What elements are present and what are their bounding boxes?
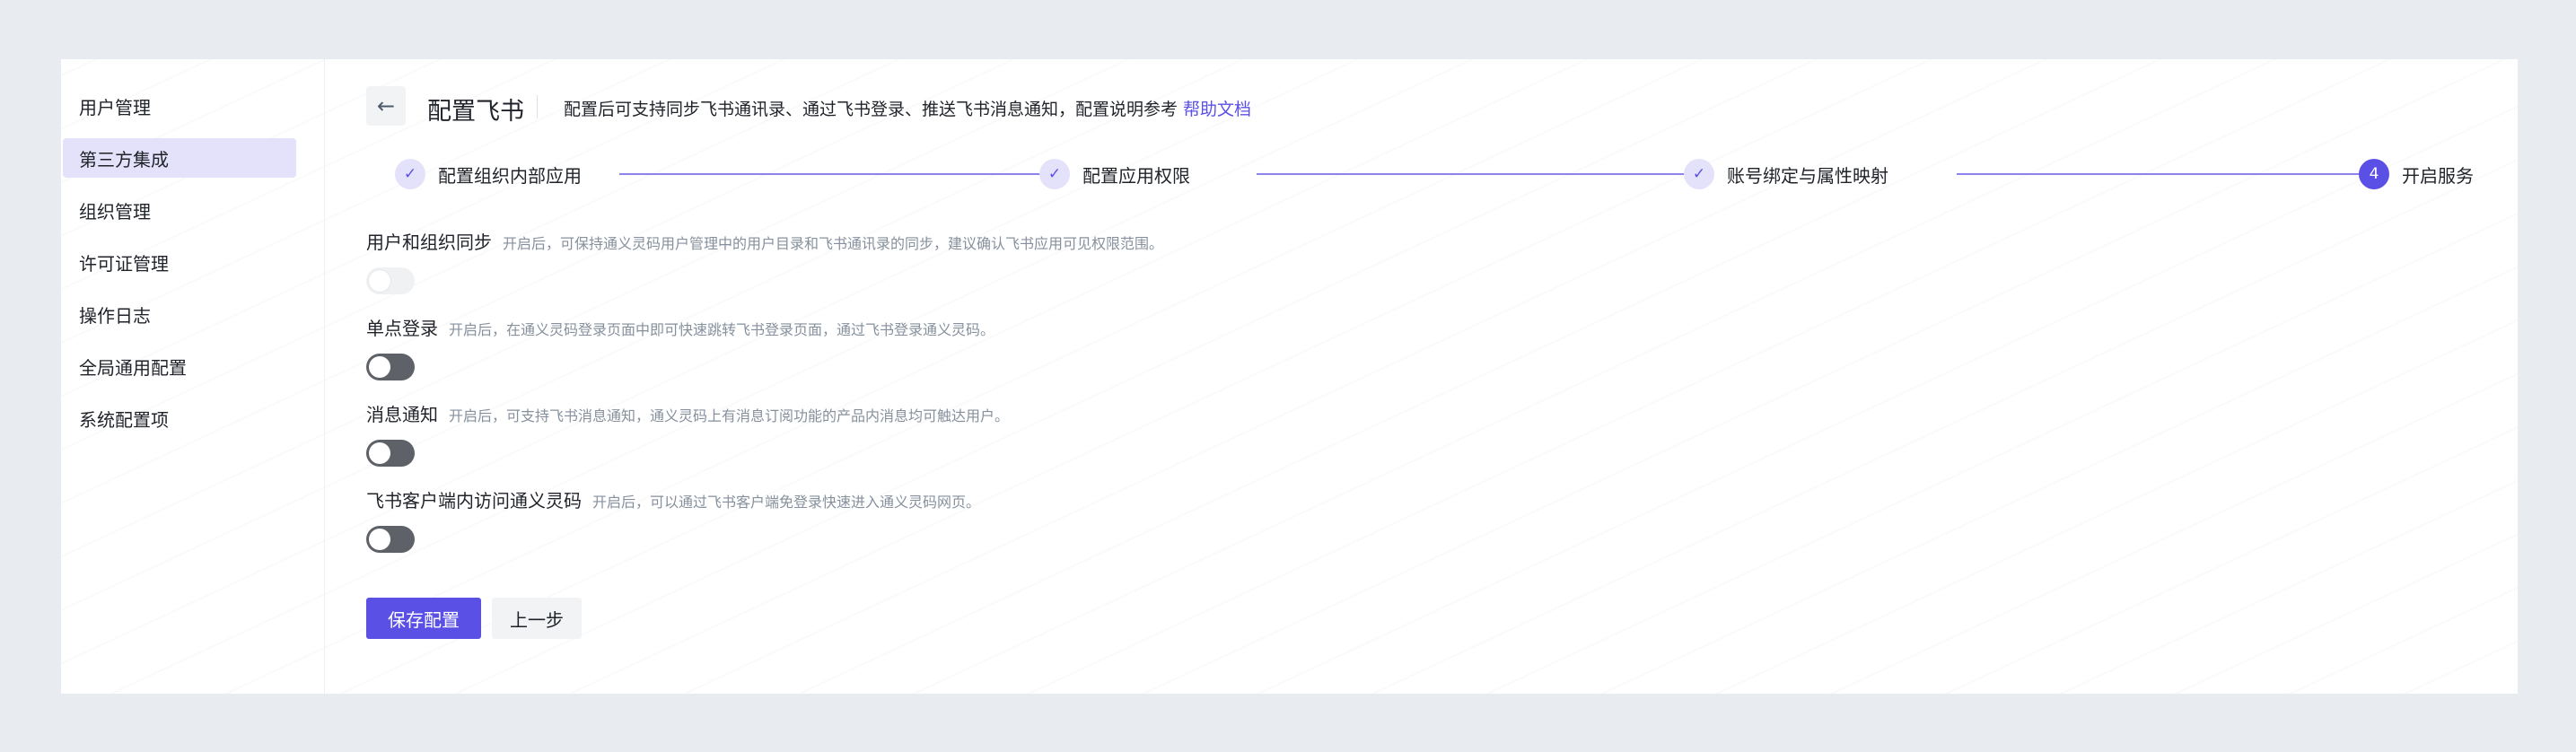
setting-user-org-sync: 用户和组织同步 开启后，可保持通义灵码用户管理中的用户目录和飞书通讯录的同步，建议…	[366, 228, 1163, 254]
page-title: 配置飞书	[427, 98, 524, 126]
sidebar-item-third-party-integration[interactable]: 第三方集成	[63, 138, 296, 178]
setting-hint: 开启后，在通义灵码登录页面中即可快速跳转飞书登录页面，通过飞书登录通义灵码。	[449, 321, 995, 338]
step-number: 4	[2359, 159, 2389, 189]
previous-step-button[interactable]: 上一步	[492, 598, 582, 639]
client-access-toggle[interactable]	[366, 526, 415, 553]
setting-title: 用户和组织同步	[366, 232, 492, 253]
content-card: 用户管理 第三方集成 组织管理 许可证管理 操作日志 全局通用配置 系统配置项 …	[61, 59, 2518, 694]
page-description: 配置后可支持同步飞书通讯录、通过飞书登录、推送飞书消息通知，配置说明参考 帮助文档	[564, 96, 1251, 120]
sso-toggle[interactable]	[366, 354, 415, 380]
setting-hint: 开启后，可以通过飞书客户端免登录快速进入通义灵码网页。	[592, 494, 981, 511]
step-connector-1	[619, 173, 1047, 175]
toggle-knob	[369, 442, 390, 464]
check-icon: ✓	[1684, 159, 1714, 189]
toggle-knob	[369, 270, 390, 292]
step-1: ✓ 配置组织内部应用	[395, 158, 582, 190]
main-panel: ← 配置飞书 配置后可支持同步飞书通讯录、通过飞书登录、推送飞书消息通知，配置说…	[366, 59, 2518, 694]
step-label: 账号绑定与属性映射	[1727, 164, 1888, 187]
setting-sso: 单点登录 开启后，在通义灵码登录页面中即可快速跳转飞书登录页面，通过飞书登录通义灵…	[366, 314, 994, 340]
setting-hint: 开启后，可支持飞书消息通知，通义灵码上有消息订阅功能的产品内消息均可触达用户。	[449, 407, 1010, 424]
sidebar-item-global-config[interactable]: 全局通用配置	[63, 346, 296, 386]
setting-title: 飞书客户端内访问通义灵码	[366, 490, 582, 512]
toggle-knob	[369, 529, 390, 550]
user-org-sync-toggle[interactable]	[366, 267, 415, 294]
step-label: 开启服务	[2402, 164, 2474, 187]
sidebar-item-system-config[interactable]: 系统配置项	[63, 398, 296, 438]
stepper: ✓ 配置组织内部应用 ✓ 配置应用权限 ✓ 账号绑定与属性映射 4 开启服务	[395, 158, 2518, 190]
setting-message-notification: 消息通知 开启后，可支持飞书消息通知，通义灵码上有消息订阅功能的产品内消息均可触达…	[366, 400, 1009, 426]
description-text: 配置后可支持同步飞书通讯录、通过飞书登录、推送飞书消息通知，配置说明参考	[564, 100, 1178, 119]
setting-title: 单点登录	[366, 318, 438, 339]
check-icon: ✓	[1039, 159, 1070, 189]
sidebar: 用户管理 第三方集成 组织管理 许可证管理 操作日志 全局通用配置 系统配置项	[61, 59, 325, 694]
toggle-knob	[369, 356, 390, 378]
help-doc-link[interactable]: 帮助文档	[1183, 100, 1251, 119]
step-2: ✓ 配置应用权限	[1039, 158, 1190, 190]
step-4: 4 开启服务	[2359, 158, 2474, 190]
step-label: 配置应用权限	[1082, 164, 1190, 187]
sidebar-item-operation-log[interactable]: 操作日志	[63, 294, 296, 334]
arrow-left-icon: ←	[376, 93, 396, 118]
sidebar-item-user-management[interactable]: 用户管理	[63, 86, 296, 126]
setting-hint: 开启后，可保持通义灵码用户管理中的用户目录和飞书通讯录的同步，建议确认飞书应用可…	[503, 235, 1164, 252]
setting-client-access: 飞书客户端内访问通义灵码 开启后，可以通过飞书客户端免登录快速进入通义灵码网页。	[366, 486, 980, 512]
step-label: 配置组织内部应用	[438, 164, 582, 187]
back-button[interactable]: ←	[366, 86, 406, 126]
sidebar-item-license-management[interactable]: 许可证管理	[63, 242, 296, 282]
setting-title: 消息通知	[366, 404, 438, 425]
sidebar-item-organization-management[interactable]: 组织管理	[63, 190, 296, 230]
check-icon: ✓	[395, 159, 425, 189]
title-divider	[537, 95, 538, 118]
message-notification-toggle[interactable]	[366, 440, 415, 467]
step-connector-3	[1957, 173, 2361, 175]
save-config-button[interactable]: 保存配置	[366, 598, 481, 639]
step-connector-2	[1257, 173, 1691, 175]
step-3: ✓ 账号绑定与属性映射	[1684, 158, 1888, 190]
